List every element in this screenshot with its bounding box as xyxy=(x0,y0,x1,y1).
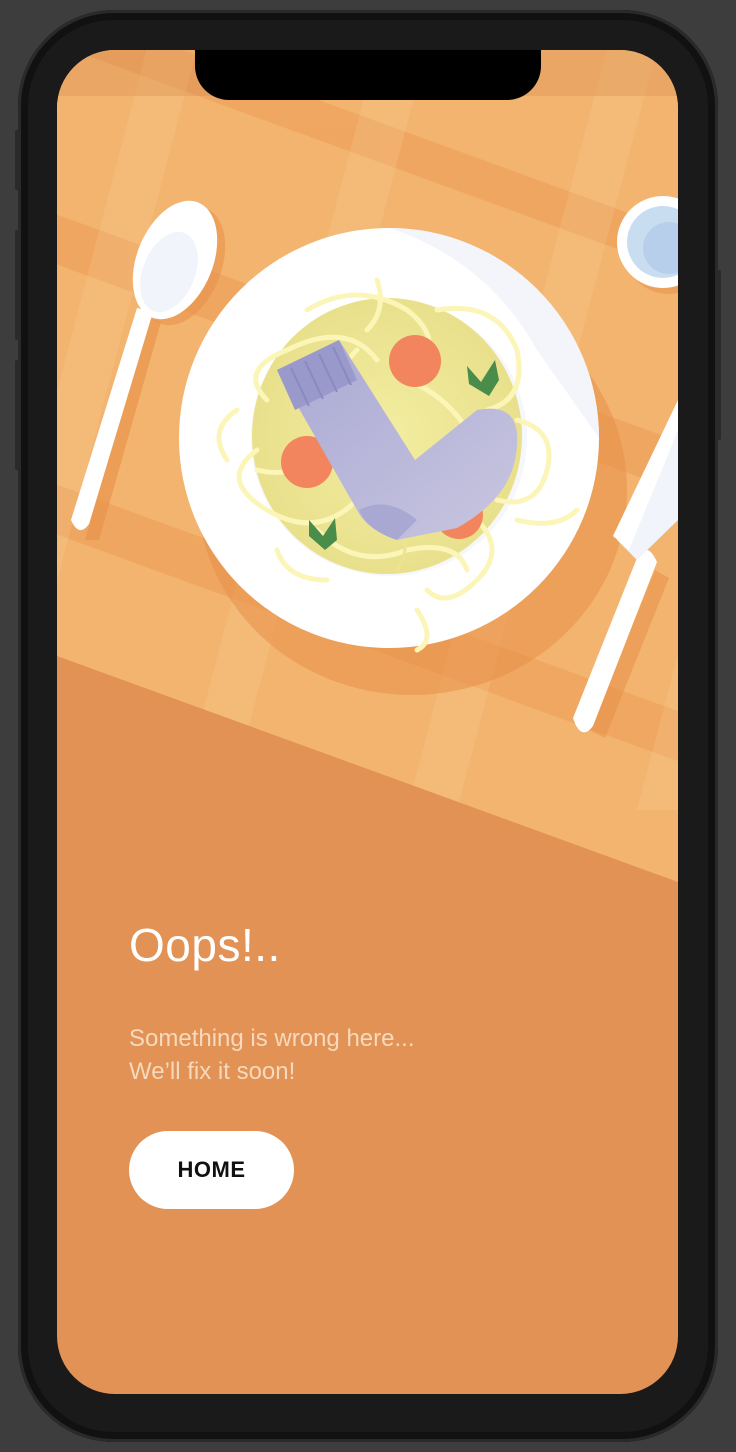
power-button xyxy=(717,270,721,440)
error-message-line-1: Something is wrong here... xyxy=(129,1025,415,1052)
phone-screen: Oops!.. Something is wrong here... We’ll… xyxy=(57,50,678,1394)
mute-switch xyxy=(15,130,19,190)
volume-up-button xyxy=(15,230,19,340)
error-message: Something is wrong here... We’ll fix it … xyxy=(129,1022,414,1088)
home-button[interactable]: HOME xyxy=(129,1131,294,1209)
error-message-line-2: We’ll fix it soon! xyxy=(129,1058,296,1085)
volume-down-button xyxy=(15,360,19,470)
notch xyxy=(195,50,541,100)
error-title: Oops!.. xyxy=(129,919,281,971)
